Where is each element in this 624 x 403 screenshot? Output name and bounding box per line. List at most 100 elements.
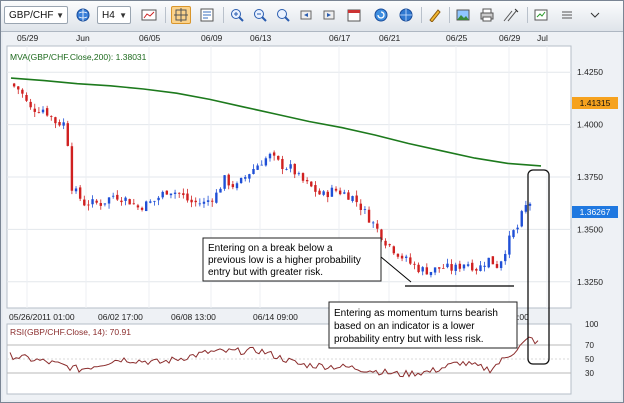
candle-body bbox=[425, 267, 429, 275]
candle-body bbox=[25, 94, 28, 101]
candle-body bbox=[495, 264, 499, 268]
candle-body bbox=[223, 175, 226, 189]
data-window-icon[interactable] bbox=[197, 6, 217, 24]
candle-body bbox=[400, 255, 404, 259]
candle-body bbox=[442, 268, 445, 269]
draw-tools-icon[interactable] bbox=[501, 6, 521, 24]
candle-body bbox=[116, 194, 119, 200]
candle-body bbox=[107, 197, 111, 204]
pencil-icon[interactable] bbox=[425, 6, 445, 24]
refresh-icon[interactable] bbox=[371, 6, 391, 24]
candle-body bbox=[462, 264, 466, 269]
annotation-2-line-2: based on an indicator is a lower bbox=[334, 321, 475, 332]
chart-canvas[interactable]: 05/29 Jun 06/05 06/09 06/13 06/17 06/21 06/25 06… bbox=[3, 32, 621, 400]
candle-body bbox=[281, 158, 284, 170]
candle-body bbox=[103, 203, 107, 205]
candle-body bbox=[140, 207, 144, 210]
last-price-text: 1.36267 bbox=[580, 207, 611, 217]
candle-body bbox=[70, 146, 74, 191]
rsi-tick-label: 50 bbox=[585, 355, 594, 364]
candle-body bbox=[512, 230, 515, 238]
candle-body bbox=[417, 264, 420, 273]
settings-icon[interactable] bbox=[557, 6, 577, 24]
candle-body bbox=[248, 174, 251, 179]
candle-body bbox=[182, 193, 185, 196]
candle-body bbox=[367, 209, 371, 223]
date-tick-label: 06/29 bbox=[499, 33, 521, 43]
crosshair-icon[interactable] bbox=[171, 6, 191, 24]
globe-icon[interactable] bbox=[396, 6, 416, 24]
save-image-icon[interactable] bbox=[453, 6, 473, 24]
date-tick-label: 06/02 17:00 bbox=[98, 312, 143, 322]
chart-area[interactable]: 05/29 Jun 06/05 06/09 06/13 06/17 06/21 06/25 06… bbox=[3, 32, 621, 400]
zoom-fit-icon[interactable] bbox=[273, 6, 293, 24]
candle-body bbox=[487, 257, 490, 268]
candle-body bbox=[50, 116, 53, 117]
mva-tag-text: 1.41315 bbox=[580, 98, 611, 108]
scroll-left-icon[interactable] bbox=[296, 6, 316, 24]
candle-body bbox=[322, 191, 325, 195]
calendar-icon[interactable] bbox=[344, 6, 364, 24]
candle-body bbox=[252, 168, 255, 174]
annotation-box-1: Entering on a break below a previous low… bbox=[202, 237, 412, 283]
candle-body bbox=[429, 271, 433, 276]
rsi-tick-label: 100 bbox=[585, 320, 599, 329]
candle-body bbox=[231, 184, 235, 188]
candle-body bbox=[91, 199, 94, 205]
candle-body bbox=[355, 195, 358, 203]
mva-label: MVA(GBP/CHF.Close,200): 1.38031 bbox=[10, 52, 147, 62]
date-tick-label: Jul bbox=[537, 33, 548, 43]
bar-chart-type-icon[interactable] bbox=[139, 6, 159, 24]
candle-body bbox=[62, 122, 65, 126]
candle-body bbox=[161, 191, 164, 198]
candle-body bbox=[491, 256, 495, 265]
candle-body bbox=[260, 164, 263, 166]
date-tick-label: 06/09 bbox=[201, 33, 223, 43]
candle-body bbox=[392, 246, 396, 254]
zoom-out-icon[interactable] bbox=[250, 6, 270, 24]
candle-body bbox=[41, 109, 45, 113]
candle-body bbox=[499, 261, 503, 268]
more-icon[interactable] bbox=[585, 6, 605, 24]
chevron-down-icon: ▼ bbox=[56, 11, 64, 20]
candle-body bbox=[438, 267, 441, 269]
timeframe-value: H4 bbox=[102, 10, 115, 21]
candle-body bbox=[508, 235, 511, 255]
candle-body bbox=[219, 188, 222, 193]
candle-body bbox=[293, 163, 296, 175]
candle-body bbox=[206, 200, 210, 202]
price-tick-label: 1.4250 bbox=[577, 67, 603, 77]
candle-body bbox=[29, 101, 32, 108]
date-tick-label: :00 bbox=[517, 312, 529, 322]
candle-body bbox=[371, 222, 375, 224]
rsi-tick-label: 70 bbox=[585, 341, 594, 350]
candle-body bbox=[17, 86, 20, 90]
candle-body bbox=[132, 203, 136, 205]
globe-icon[interactable] bbox=[73, 6, 93, 24]
candle-body bbox=[318, 190, 321, 195]
candle-body bbox=[413, 263, 416, 265]
annotation-1-line-2: previous low is a higher probability bbox=[208, 255, 361, 266]
candle-body bbox=[87, 204, 90, 206]
zoom-in-icon[interactable] bbox=[227, 6, 247, 24]
toolbar: GBP/CHF ▼ H4 ▼ bbox=[1, 1, 623, 32]
candle-body bbox=[235, 183, 239, 189]
timeframe-select[interactable]: H4 ▼ bbox=[97, 6, 131, 24]
indicators-icon[interactable] bbox=[531, 6, 551, 24]
symbol-select[interactable]: GBP/CHF ▼ bbox=[4, 6, 68, 24]
candle-body bbox=[264, 158, 268, 166]
candle-body bbox=[190, 199, 193, 203]
candle-body bbox=[466, 264, 470, 266]
candle-body bbox=[37, 112, 41, 113]
scroll-right-icon[interactable] bbox=[319, 6, 339, 24]
candle-body bbox=[475, 268, 478, 271]
candle-body bbox=[194, 200, 197, 203]
candle-body bbox=[111, 195, 115, 197]
candle-body bbox=[256, 165, 259, 170]
price-tick-label: 1.3750 bbox=[577, 172, 603, 182]
candle-body bbox=[120, 200, 123, 203]
candle-body bbox=[363, 209, 367, 210]
print-icon[interactable] bbox=[477, 6, 497, 24]
rsi-label: RSI(GBP/CHF.Close, 14): 70.91 bbox=[10, 327, 131, 337]
date-tick-label: 06/08 13:00 bbox=[171, 312, 216, 322]
